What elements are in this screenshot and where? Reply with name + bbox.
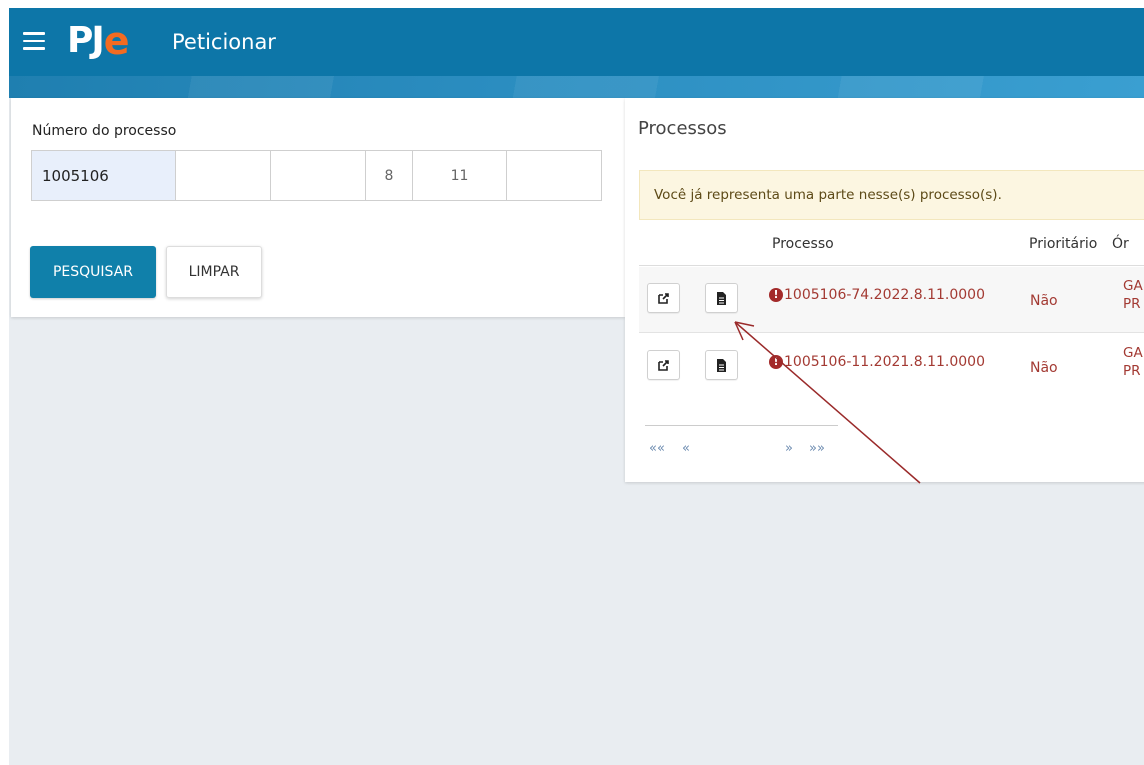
page-title: Peticionar	[172, 30, 276, 54]
priority-value: Não	[1030, 360, 1058, 376]
processes-title: Processos	[638, 118, 727, 139]
orgao-line-2: PR	[1123, 296, 1141, 312]
petition-document-button[interactable]	[705, 350, 738, 380]
pagination-previous[interactable]: «	[682, 441, 690, 456]
open-process-button[interactable]	[647, 283, 680, 313]
search-panel: Número do processo 1005106 8 11 PESQUISA…	[11, 98, 625, 317]
process-number-field-tribunal[interactable]: 11	[412, 150, 507, 201]
process-number-field-origem[interactable]	[506, 150, 602, 201]
process-number-text: 1005106-11.2021.8.11.0000	[784, 354, 985, 370]
orgao-line-2: PR	[1123, 363, 1141, 379]
processes-panel: Processos Você já representa uma parte n…	[625, 98, 1144, 482]
header-band	[9, 76, 1144, 98]
orgao-value: GA PR	[1123, 277, 1144, 313]
top-navigation-bar: PJ e Peticionar	[9, 8, 1144, 76]
process-number-label: Número do processo	[32, 123, 177, 139]
table-header-divider	[639, 265, 1144, 266]
process-number-text: 1005106-74.2022.8.11.0000	[784, 287, 985, 303]
column-header-processo[interactable]: Processo	[772, 236, 834, 252]
app-window: PJ e Peticionar Número do processo 100510…	[9, 8, 1144, 765]
external-link-icon	[658, 292, 669, 304]
pagination-first[interactable]: ««	[649, 441, 665, 456]
orgao-line-1: GA	[1123, 278, 1143, 294]
exclamation-circle-icon: !	[769, 355, 783, 369]
pagination-next[interactable]: »	[785, 441, 793, 456]
search-button[interactable]: PESQUISAR	[30, 246, 156, 298]
process-number-link[interactable]: ! 1005106-74.2022.8.11.0000	[769, 287, 985, 303]
process-number-field-ano[interactable]	[270, 150, 366, 201]
document-icon	[717, 291, 726, 305]
clear-button[interactable]: LIMPAR	[166, 246, 262, 298]
orgao-value: GA PR	[1123, 344, 1144, 380]
hamburger-menu-icon[interactable]	[23, 32, 45, 50]
document-icon	[717, 358, 726, 372]
process-number-field-justica[interactable]: 8	[365, 150, 413, 201]
column-header-orgao[interactable]: Ór	[1112, 236, 1129, 252]
petition-document-button[interactable]	[705, 283, 738, 313]
process-number-fields: 1005106 8 11	[31, 150, 602, 201]
process-number-field-sequencial[interactable]: 1005106	[31, 150, 176, 201]
pagination-last[interactable]: »»	[809, 441, 825, 456]
orgao-line-1: GA	[1123, 345, 1143, 361]
logo-pj: PJ	[67, 20, 105, 61]
exclamation-circle-icon: !	[769, 288, 783, 302]
pagination-divider	[645, 425, 838, 426]
external-link-icon	[658, 359, 669, 371]
process-number-link[interactable]: ! 1005106-11.2021.8.11.0000	[769, 354, 985, 370]
pje-logo[interactable]: PJ e	[67, 19, 130, 63]
logo-e: e	[103, 19, 130, 63]
table-row: ! 1005106-11.2021.8.11.0000 Não GA PR	[639, 334, 1144, 400]
table-row: ! 1005106-74.2022.8.11.0000 Não GA PR	[639, 267, 1144, 333]
represent-alert: Você já representa uma parte nesse(s) pr…	[639, 170, 1144, 220]
open-process-button[interactable]	[647, 350, 680, 380]
process-number-field-digito[interactable]	[175, 150, 271, 201]
column-header-prioritario[interactable]: Prioritário	[1029, 236, 1097, 252]
priority-value: Não	[1030, 293, 1058, 309]
